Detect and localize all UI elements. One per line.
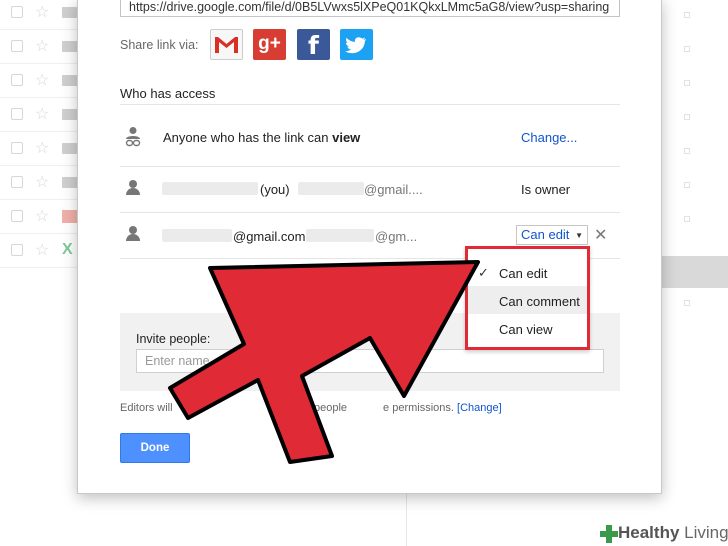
checkbox-icon — [11, 142, 23, 154]
done-button[interactable]: Done — [120, 433, 190, 463]
row-marker-icon — [684, 300, 690, 306]
list-item: ☆ — [0, 30, 78, 64]
link-access-icon — [124, 126, 142, 148]
watermark-brand-a: Healthy — [618, 523, 680, 542]
editors-note-middle: add people — [292, 402, 348, 414]
health-cross-icon — [600, 525, 618, 543]
selected-row-highlight — [661, 256, 728, 288]
row-marker-icon — [684, 114, 690, 120]
star-icon: ☆ — [35, 38, 50, 55]
row-marker-icon — [684, 46, 690, 52]
row-marker-icon — [684, 12, 690, 18]
star-icon: ☆ — [35, 208, 50, 225]
row-marker-icon — [684, 80, 690, 86]
twitter-share-button[interactable] — [340, 29, 373, 60]
list-item: ☆ — [0, 166, 78, 200]
google-plus-share-button[interactable]: g+ — [253, 29, 286, 60]
editors-note-prefix: Editors will — [120, 402, 173, 414]
editor-email-secondary: @gm... — [375, 229, 418, 244]
background-file-list: ☆ ☆ ☆ ☆ ☆ ☆ ☆ ☆ X — [0, 0, 78, 546]
star-icon: ☆ — [35, 242, 50, 259]
redacted-email — [306, 229, 374, 242]
menu-item-label: Can edit — [499, 266, 548, 281]
permission-select-value: Can edit — [521, 227, 570, 242]
watermark-text: Healthy Living — [618, 523, 728, 543]
list-item: ☆ — [0, 200, 78, 234]
menu-item-label: Can comment — [499, 294, 580, 309]
row-marker-icon — [684, 216, 690, 222]
invite-people-input[interactable]: Enter name — [136, 349, 604, 373]
share-via-label: Share link via: — [120, 38, 199, 52]
owner-email: @gmail.... — [364, 182, 423, 197]
checkbox-icon — [11, 6, 23, 18]
invite-label: Invite people: — [136, 332, 211, 346]
row-marker-icon — [684, 182, 690, 188]
person-icon — [126, 180, 140, 196]
change-link-access-link[interactable]: Change... — [521, 130, 577, 145]
checkbox-icon — [11, 176, 23, 188]
change-editor-permissions-link[interactable]: [Change] — [457, 402, 502, 414]
folder-icon — [62, 75, 78, 86]
row-marker-icon — [684, 148, 690, 154]
twitter-bird-icon — [345, 37, 366, 54]
spreadsheet-icon: X — [62, 241, 73, 258]
background-right-column — [661, 0, 728, 546]
divider — [120, 212, 620, 213]
redacted-name — [162, 229, 232, 242]
menu-item-can-comment[interactable]: Can comment — [468, 286, 587, 314]
star-icon: ☆ — [35, 140, 50, 157]
list-item: ☆ — [0, 132, 78, 166]
watermark-brand-b: Living — [679, 523, 728, 542]
person-icon — [126, 226, 140, 242]
checkmark-icon: ✓ — [478, 265, 489, 280]
owner-role: Is owner — [521, 182, 571, 197]
list-item: ☆ — [0, 64, 78, 98]
star-icon: ☆ — [35, 4, 50, 21]
permission-select[interactable]: Can edit ▼ — [516, 225, 588, 245]
divider — [120, 104, 620, 105]
menu-item-can-edit[interactable]: ✓ Can edit — [468, 258, 587, 286]
folder-icon — [62, 41, 78, 52]
facebook-share-button[interactable]: f — [297, 29, 330, 60]
list-item: ☆ — [0, 98, 78, 132]
folder-icon — [62, 109, 78, 120]
caret-down-icon: ▼ — [575, 231, 583, 240]
star-icon: ☆ — [35, 174, 50, 191]
editors-note: Editors will add people e permissions. [Ch… — [120, 402, 502, 414]
gmail-icon — [215, 37, 238, 53]
star-icon: ☆ — [35, 72, 50, 89]
owner-you-label: (you) — [260, 182, 290, 197]
link-access-text: Anyone who has the link can view — [163, 130, 360, 145]
divider — [406, 494, 407, 546]
checkbox-icon — [11, 210, 23, 222]
checkbox-icon — [11, 40, 23, 52]
permission-menu: ✓ Can edit Can comment Can view — [465, 246, 590, 350]
editors-note-suffix: e permissions. — [383, 402, 454, 414]
star-icon: ☆ — [35, 106, 50, 123]
brand-watermark: Healthy Living — [596, 522, 728, 546]
who-has-access-heading: Who has access — [120, 86, 216, 101]
list-item: ☆ — [0, 0, 78, 30]
redacted-email — [298, 182, 364, 195]
menu-item-label: Can view — [499, 322, 553, 337]
redacted-name — [162, 182, 258, 195]
checkbox-icon — [11, 108, 23, 120]
share-link-field[interactable]: https://drive.google.com/file/d/0B5LVwxs… — [120, 0, 620, 17]
checkbox-icon — [11, 74, 23, 86]
pdf-icon — [62, 210, 78, 223]
folder-icon — [62, 7, 78, 18]
editor-email: @gmail.com — [233, 229, 306, 244]
checkbox-icon — [11, 244, 23, 256]
menu-item-can-view[interactable]: Can view — [468, 314, 587, 342]
remove-person-button[interactable]: ✕ — [594, 225, 607, 245]
gmail-share-button[interactable] — [210, 29, 243, 60]
list-item: ☆ X — [0, 234, 78, 268]
folder-icon — [62, 143, 78, 154]
folder-icon — [62, 177, 78, 188]
divider — [120, 166, 620, 167]
link-access-level: view — [332, 130, 361, 145]
link-access-prefix: Anyone who has the link can — [163, 130, 333, 145]
